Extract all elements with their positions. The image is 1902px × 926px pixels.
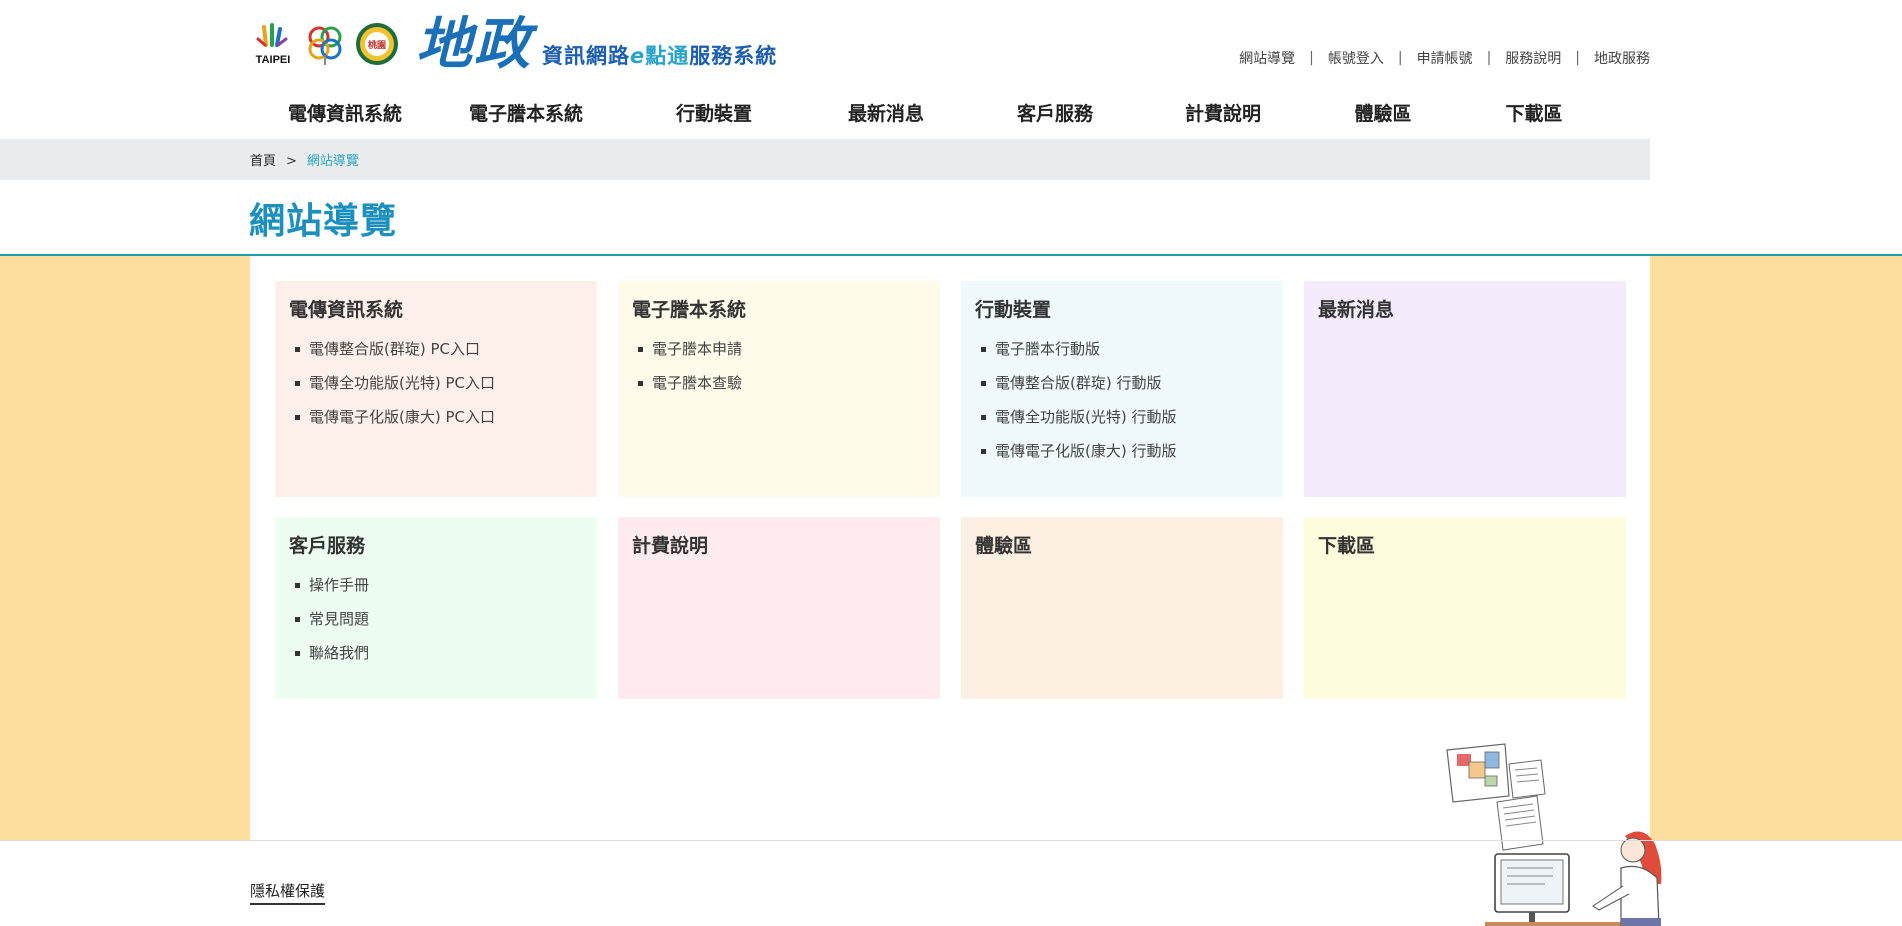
breadcrumb: 首頁 > 網站導覽: [250, 150, 359, 169]
sitemap-card-pricing: 計費說明: [618, 517, 940, 699]
sitemap-card-trial: 體驗區: [961, 517, 1283, 699]
sitemap-card-title[interactable]: 最新消息: [1318, 295, 1612, 322]
nav-item-trial[interactable]: 體驗區: [1292, 96, 1474, 132]
nav-item-pricing[interactable]: 計費說明: [1154, 96, 1292, 132]
side-band-left: [0, 256, 250, 840]
brand-subtitle: 資訊網路e點通服務系統: [542, 40, 777, 70]
privacy-link[interactable]: 隱私權保護: [250, 880, 325, 905]
nav-item-telecom[interactable]: 電傳資訊系統: [250, 96, 440, 132]
sitemap-link[interactable]: 電子謄本申請: [632, 332, 926, 366]
divider: |: [1309, 50, 1314, 66]
nav-item-mobile[interactable]: 行動裝置: [612, 96, 816, 132]
sitemap-link-list: 操作手冊常見問題聯絡我們: [289, 568, 583, 670]
sitemap-link[interactable]: 電傳整合版(群琁) PC入口: [289, 332, 583, 366]
sitemap-card-telecom: 電傳資訊系統電傳整合版(群琁) PC入口電傳全功能版(光特) PC入口電傳電子化…: [275, 281, 597, 497]
sitemap-link[interactable]: 電傳電子化版(康大) 行動版: [975, 434, 1269, 468]
svg-text:TAIPEI: TAIPEI: [256, 54, 291, 66]
site-header: TAIPEI 桃園 地政 資訊網路e點通服務系統 網站導覽: [0, 0, 1902, 139]
breadcrumb-home[interactable]: 首頁: [250, 154, 276, 169]
sitemap-link[interactable]: 電子謄本查驗: [632, 366, 926, 400]
top-link-sitemap[interactable]: 網站導覽: [1239, 48, 1295, 68]
svg-text:桃園: 桃園: [368, 39, 386, 51]
top-link-service-info[interactable]: 服務說明: [1505, 48, 1561, 68]
nav-item-download[interactable]: 下載區: [1474, 96, 1594, 132]
sitemap-link[interactable]: 電傳全功能版(光特) 行動版: [975, 400, 1269, 434]
sitemap-card-title[interactable]: 計費說明: [632, 531, 926, 558]
sitemap-card-title[interactable]: 體驗區: [975, 531, 1269, 558]
sitemap-link-list: 電子謄本行動版電傳整合版(群琁) 行動版電傳全功能版(光特) 行動版電傳電子化版…: [975, 332, 1269, 468]
breadcrumb-bar: [0, 139, 1650, 180]
sitemap-link[interactable]: 電傳電子化版(康大) PC入口: [289, 400, 583, 434]
nav-item-e-transcript[interactable]: 電子謄本系統: [440, 96, 612, 132]
sitemap-card-customer-service: 客戶服務操作手冊常見問題聯絡我們: [275, 517, 597, 699]
brand-title[interactable]: 地政: [416, 14, 532, 74]
main-nav: 電傳資訊系統 電子謄本系統 行動裝置 最新消息 客戶服務 計費說明 體驗區 下載…: [250, 96, 1650, 132]
sitemap-card-title[interactable]: 電子謄本系統: [632, 295, 926, 322]
sitemap-link[interactable]: 常見問題: [289, 602, 583, 636]
sitemap-link[interactable]: 操作手冊: [289, 568, 583, 602]
sitemap-link[interactable]: 電子謄本行動版: [975, 332, 1269, 366]
divider: |: [1398, 50, 1403, 66]
page-title: 網站導覽: [249, 192, 397, 244]
breadcrumb-current: 網站導覽: [307, 154, 359, 169]
woman-figure-illustration: [1593, 832, 1661, 926]
person-at-computer-illustration: [1445, 726, 1705, 926]
sitemap-content: 電傳資訊系統電傳整合版(群琁) PC入口電傳全功能版(光特) PC入口電傳電子化…: [250, 256, 1650, 840]
divider: |: [1487, 50, 1492, 66]
sitemap-card-news: 最新消息: [1304, 281, 1626, 497]
taipei-logo[interactable]: TAIPEI: [250, 21, 296, 67]
sitemap-card-mobile: 行動裝置電子謄本行動版電傳整合版(群琁) 行動版電傳全功能版(光特) 行動版電傳…: [961, 281, 1283, 497]
breadcrumb-separator: >: [286, 154, 297, 169]
sitemap-link[interactable]: 電傳全功能版(光特) PC入口: [289, 366, 583, 400]
sitemap-link[interactable]: 電傳整合版(群琁) 行動版: [975, 366, 1269, 400]
sitemap-card-title[interactable]: 下載區: [1318, 531, 1612, 558]
city-logo[interactable]: [302, 21, 348, 67]
sitemap-link[interactable]: 聯絡我們: [289, 636, 583, 670]
logo-row: TAIPEI 桃園 地政 資訊網路e點通服務系統: [250, 14, 777, 74]
top-utility-links: 網站導覽 | 帳號登入 | 申請帳號 | 服務說明 | 地政服務: [1239, 48, 1650, 68]
sitemap-card-download: 下載區: [1304, 517, 1626, 699]
sitemap-link-list: 電子謄本申請電子謄本查驗: [632, 332, 926, 400]
sitemap-card-title[interactable]: 客戶服務: [289, 531, 583, 558]
floating-documents-illustration: [1447, 744, 1545, 850]
sitemap-card-title[interactable]: 行動裝置: [975, 295, 1269, 322]
top-link-login[interactable]: 帳號登入: [1328, 48, 1384, 68]
sitemap-card-e-transcript: 電子謄本系統電子謄本申請電子謄本查驗: [618, 281, 940, 497]
computer-monitor-illustration: [1485, 854, 1635, 926]
taoyuan-logo[interactable]: 桃園: [354, 21, 400, 67]
nav-item-customer-service[interactable]: 客戶服務: [956, 96, 1154, 132]
sitemap-card-title[interactable]: 電傳資訊系統: [289, 295, 583, 322]
sitemap-link-list: 電傳整合版(群琁) PC入口電傳全功能版(光特) PC入口電傳電子化版(康大) …: [289, 332, 583, 434]
top-link-register[interactable]: 申請帳號: [1417, 48, 1473, 68]
nav-item-news[interactable]: 最新消息: [816, 96, 956, 132]
divider: |: [1575, 50, 1580, 66]
top-link-land-service[interactable]: 地政服務: [1594, 48, 1650, 68]
footer-divider: [0, 840, 1902, 841]
